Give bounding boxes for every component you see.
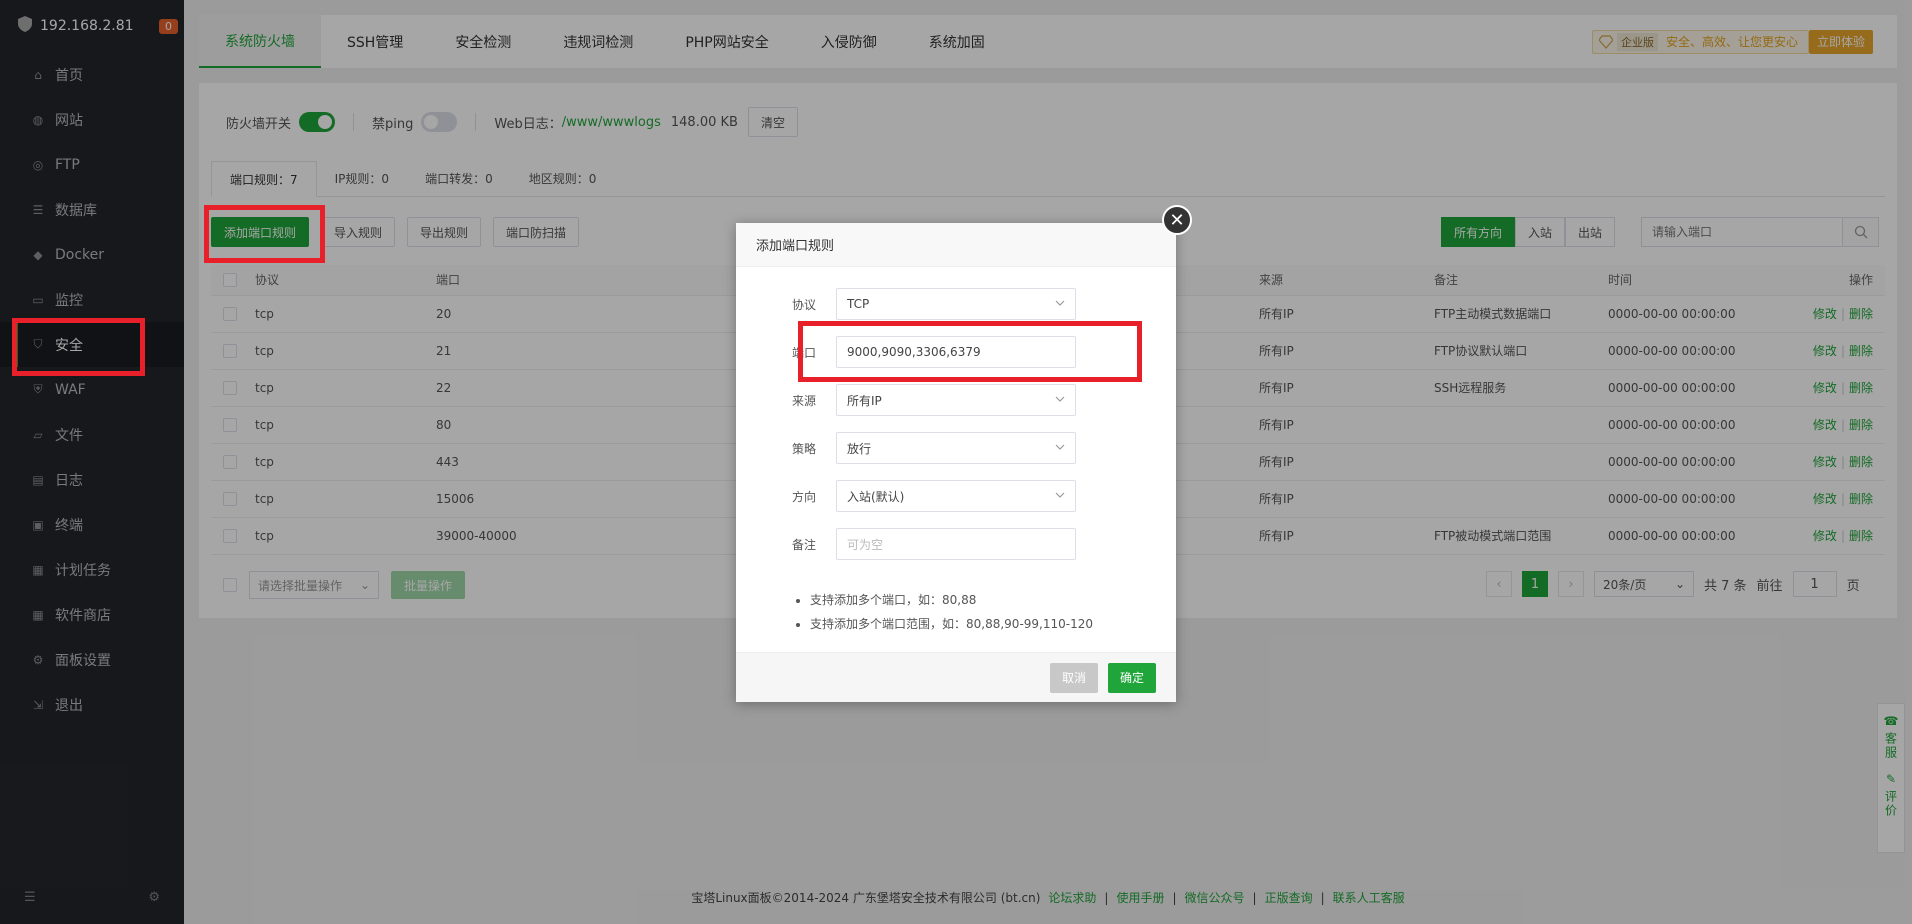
close-icon[interactable]: ✕ [1162,205,1192,235]
dialog-title: 添加端口规则 [736,223,1176,267]
chevron-down-icon [1055,441,1065,455]
policy-value: 放行 [847,441,872,456]
port-label: 端口 [791,345,816,360]
port-value: 9000,9090,3306,6379 [847,345,981,359]
direction-label: 方向 [791,489,816,504]
policy-select[interactable]: 放行 [836,432,1076,464]
chevron-down-icon [1055,489,1065,503]
tip-item: 支持添加多个端口范围，如：80,88,90-99,110-120 [810,612,1093,636]
source-row: 来源 所有IP [736,384,1176,416]
direction-select[interactable]: 入站(默认) [836,480,1076,512]
note-input[interactable]: 可为空 [836,528,1076,560]
direction-row: 方向 入站(默认) [736,480,1176,512]
port-row: 端口 9000,9090,3306,6379 [736,336,1176,368]
source-value: 所有IP [847,393,882,408]
add-port-rule-dialog: 添加端口规则 ✕ 协议 TCP 端口 9000,9090,3306,6379 来… [736,205,1192,702]
direction-value: 入站(默认) [847,489,905,504]
confirm-button[interactable]: 确定 [1107,662,1156,693]
chevron-down-icon [1055,393,1065,407]
source-select[interactable]: 所有IP [836,384,1076,416]
protocol-select[interactable]: TCP [836,288,1076,320]
dialog-footer: 取消 确定 [736,652,1176,702]
policy-row: 策略 放行 [736,432,1176,464]
port-tips: 支持添加多个端口，如：80,88 支持添加多个端口范围，如：80,88,90-9… [798,588,1093,636]
protocol-value: TCP [847,297,870,311]
note-placeholder: 可为空 [847,537,884,552]
note-row: 备注 可为空 [736,528,1176,560]
protocol-row: 协议 TCP [736,288,1176,320]
source-label: 来源 [791,393,816,408]
policy-label: 策略 [791,441,816,456]
cancel-button[interactable]: 取消 [1049,662,1098,693]
tip-item: 支持添加多个端口，如：80,88 [810,588,1093,612]
protocol-label: 协议 [791,297,816,312]
chevron-down-icon [1055,297,1065,311]
port-input[interactable]: 9000,9090,3306,6379 [836,336,1076,368]
note-label: 备注 [791,537,816,552]
